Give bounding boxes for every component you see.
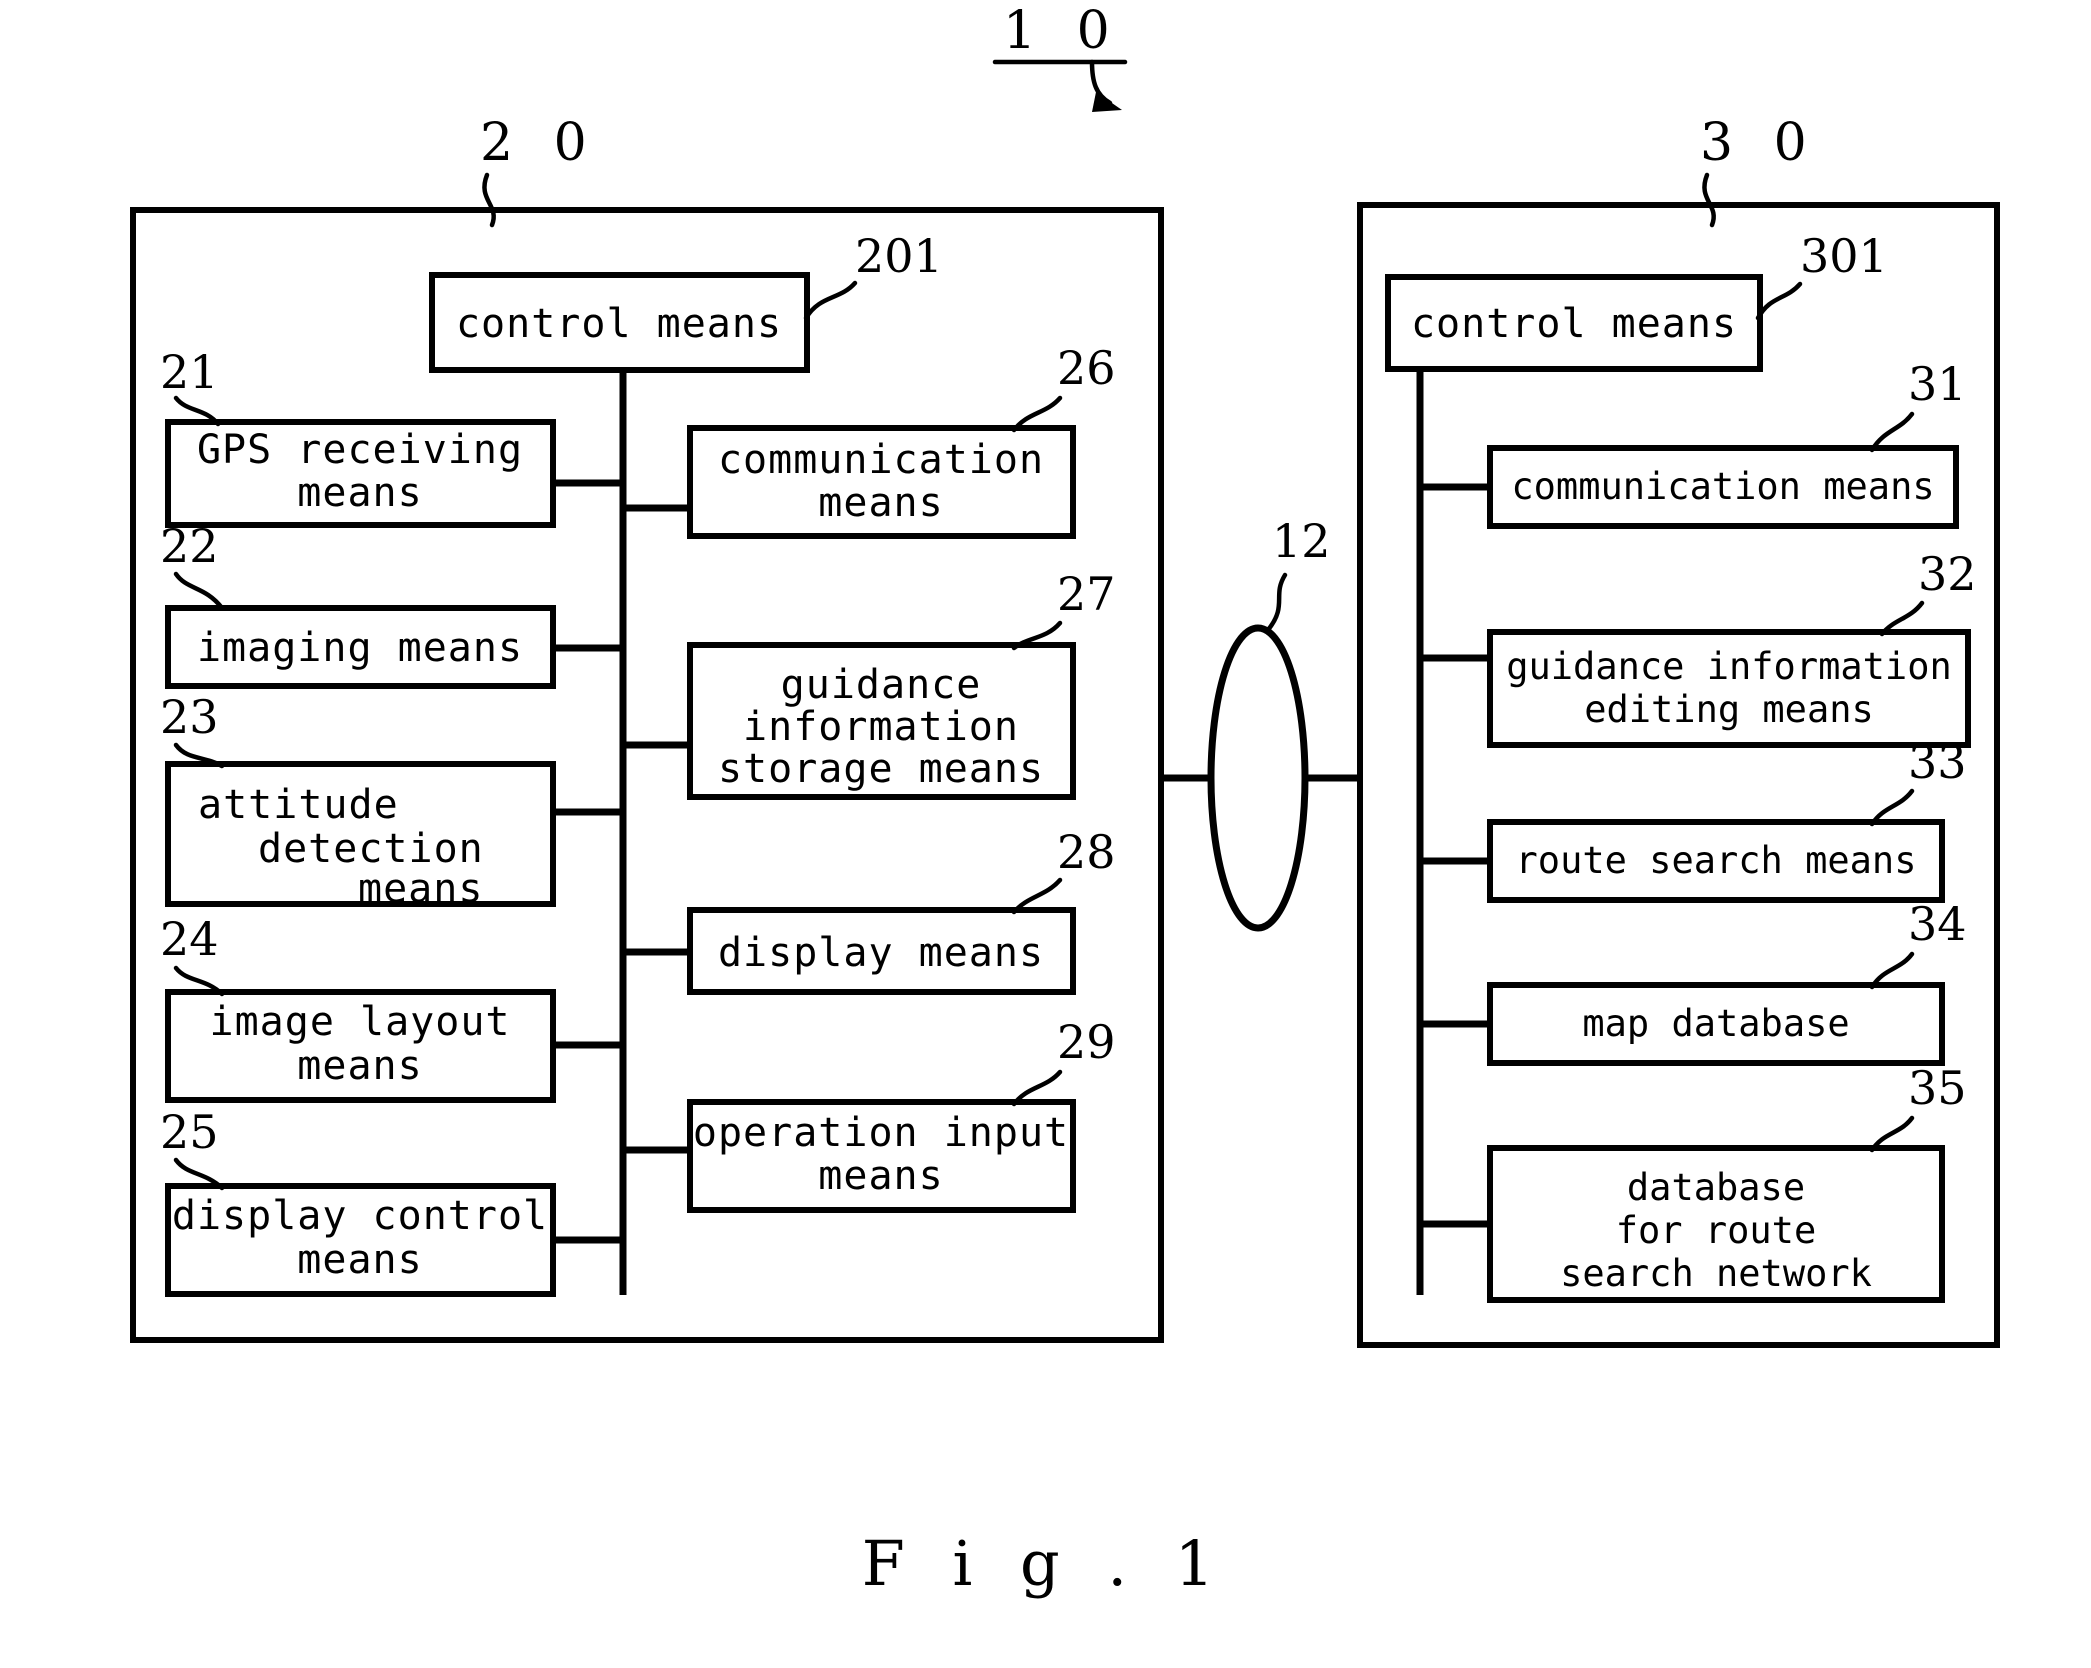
ref-32: 32 (1918, 547, 1977, 601)
ref-27: 27 (1057, 567, 1116, 621)
ref-28: 28 (1057, 825, 1116, 879)
server-control-label: control means (1411, 301, 1737, 347)
route-search-network-db-label-line3: search network (1560, 1252, 1872, 1295)
operation-input-means-label-line2: means (818, 1153, 943, 1199)
patent-figure-page: 1 0 2 0 control means 201 GPS receiving … (0, 0, 2091, 1668)
server-control-ref: 301 (1800, 229, 1888, 283)
route-search-means-label: route search means (1516, 839, 1917, 882)
network-ellipse (1207, 624, 1309, 932)
guidance-info-storage-label-line3: storage means (718, 746, 1044, 792)
terminal-communication-means-label-line1: communication (718, 437, 1044, 483)
guidance-info-storage-label-line2: information (743, 704, 1019, 750)
ref-22: 22 (160, 519, 219, 573)
gps-receiving-means-label-line1: GPS receiving (197, 427, 523, 473)
ref-22-leader (173, 571, 225, 611)
guidance-info-editing-label-line1: guidance information (1506, 645, 1952, 688)
terminal-control-ref-leader (803, 280, 858, 321)
ref-31: 31 (1908, 357, 1967, 411)
terminal-control-ref: 201 (855, 229, 943, 283)
ref-25: 25 (160, 1105, 219, 1159)
terminal-control-label: control means (456, 301, 782, 347)
operation-input-means-label-line1: operation input (693, 1110, 1069, 1156)
route-search-network-db-label-line2: for route (1616, 1209, 1816, 1252)
ref-21: 21 (160, 345, 219, 399)
guidance-info-editing-label-line2: editing means (1584, 688, 1874, 731)
system-ref-arrowhead (1092, 92, 1122, 112)
figure-caption: F i g . 1 (862, 1527, 1229, 1600)
image-layout-means-label-line1: image layout (210, 999, 511, 1045)
ref-34: 34 (1908, 897, 1967, 951)
ref-24: 24 (160, 912, 219, 966)
display-control-means-label-line1: display control (172, 1193, 548, 1239)
system-ref-label: 1 0 (1003, 1, 1122, 61)
network-ref-leader (1265, 572, 1288, 633)
route-search-network-db-label-line1: database (1627, 1166, 1805, 1209)
terminal-ref-leader (482, 172, 496, 228)
image-layout-means-label-line2: means (297, 1043, 422, 1089)
block-diagram: 1 0 2 0 control means 201 GPS receiving … (130, 1, 2000, 1600)
terminal-ref-label: 2 0 (480, 113, 599, 173)
ref-33: 33 (1908, 735, 1967, 789)
server-communication-means-label: communication means (1511, 465, 1934, 508)
ref-31-leader (1869, 411, 1915, 453)
network-ref-label: 12 (1272, 514, 1331, 568)
server-ref-leader (1702, 172, 1716, 228)
server-control-ref-leader (1755, 281, 1803, 321)
terminal-communication-means-label-line2: means (818, 480, 943, 526)
imaging-means-label: imaging means (197, 625, 523, 671)
display-means-label: display means (718, 930, 1044, 976)
ref-26: 26 (1057, 341, 1116, 395)
ref-29: 29 (1057, 1015, 1116, 1069)
display-control-means-label-line2: means (297, 1237, 422, 1283)
map-database-label: map database (1582, 1002, 1849, 1045)
attitude-detection-means-label-line3: means (358, 866, 483, 912)
guidance-info-storage-label-line1: guidance (781, 662, 982, 708)
ref-23: 23 (160, 690, 219, 744)
ref-35: 35 (1908, 1061, 1967, 1115)
attitude-detection-means-label-line1: attitude (198, 782, 399, 828)
gps-receiving-means-label-line2: means (297, 470, 422, 516)
server-ref-label: 3 0 (1700, 113, 1819, 173)
